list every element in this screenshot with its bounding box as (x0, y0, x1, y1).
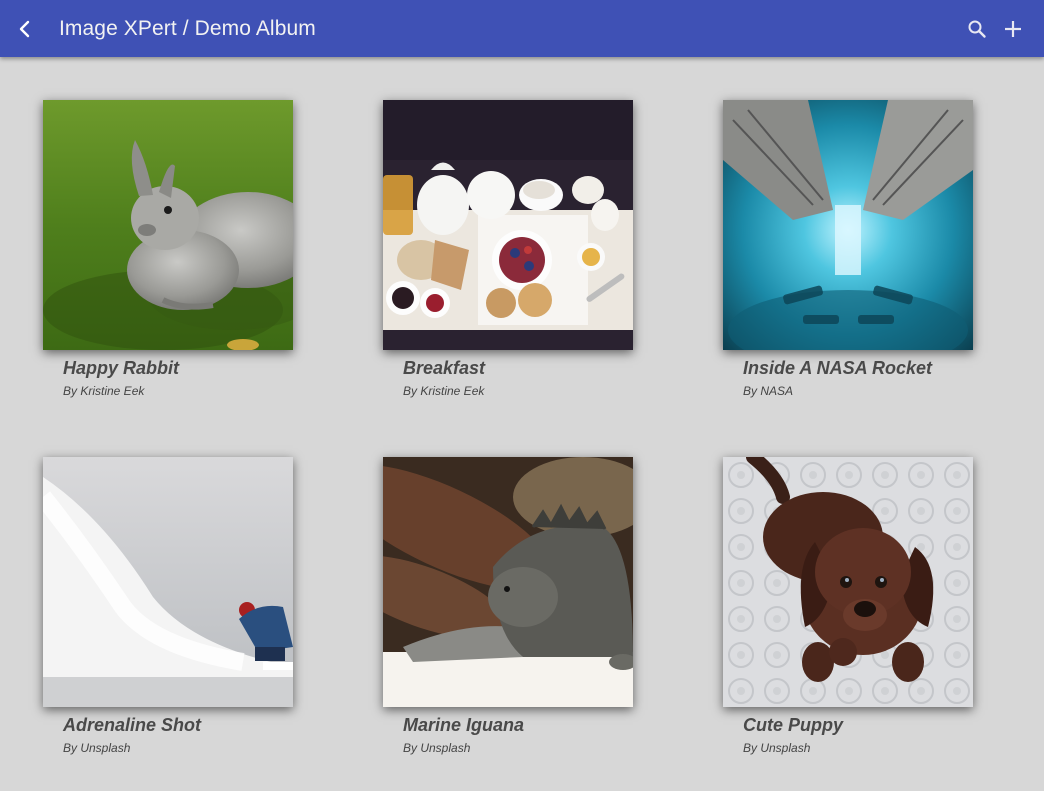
photo-card-marine-iguana[interactable]: Marine Iguana By Unsplash (383, 457, 633, 755)
photo-card-adrenaline-shot[interactable]: Adrenaline Shot By Unsplash (43, 457, 293, 755)
app-bar-actions (964, 16, 1026, 42)
back-button[interactable] (12, 16, 38, 42)
photo-thumbnail[interactable] (723, 457, 973, 707)
breakfast-photo (383, 100, 633, 350)
photo-thumbnail[interactable] (43, 457, 293, 707)
photo-title: Marine Iguana (403, 715, 525, 735)
app-bar: Image XPert / Demo Album (0, 0, 1044, 57)
photo-thumbnail[interactable] (723, 100, 973, 350)
search-button[interactable] (964, 16, 990, 42)
photo-title: Adrenaline Shot (63, 715, 202, 735)
rocket-interior-photo (723, 100, 973, 350)
search-icon (968, 20, 986, 38)
photo-card-breakfast[interactable]: Breakfast By Kristine Eek (383, 100, 633, 398)
photo-author: By Unsplash (743, 741, 811, 755)
photo-thumbnail[interactable] (383, 457, 633, 707)
photo-author: By NASA (743, 384, 794, 398)
iguana-photo (383, 457, 633, 707)
photo-author: By Kristine Eek (63, 384, 145, 398)
photo-title: Happy Rabbit (63, 358, 180, 378)
photo-card-happy-rabbit[interactable]: Happy Rabbit By Kristine Eek (43, 100, 293, 398)
photo-card-cute-puppy[interactable]: Cute Puppy By Unsplash (723, 457, 973, 755)
photo-title: Breakfast (403, 358, 486, 378)
chevron-left-icon (19, 20, 30, 37)
rabbit-photo (43, 100, 293, 350)
snowboard-photo (43, 457, 293, 707)
photo-title: Cute Puppy (743, 715, 844, 735)
add-button[interactable] (1000, 16, 1026, 42)
plus-icon (1005, 20, 1021, 37)
photo-author: By Kristine Eek (403, 384, 485, 398)
photo-thumbnail[interactable] (383, 100, 633, 350)
photo-card-nasa-rocket[interactable]: Inside A NASA Rocket By NASA (723, 100, 973, 398)
photo-thumbnail[interactable] (43, 100, 293, 350)
photo-author: By Unsplash (403, 741, 471, 755)
puppy-photo (723, 457, 973, 707)
photo-author: By Unsplash (63, 741, 131, 755)
photo-title: Inside A NASA Rocket (743, 358, 933, 378)
app-title: Image XPert / Demo Album (59, 16, 316, 40)
